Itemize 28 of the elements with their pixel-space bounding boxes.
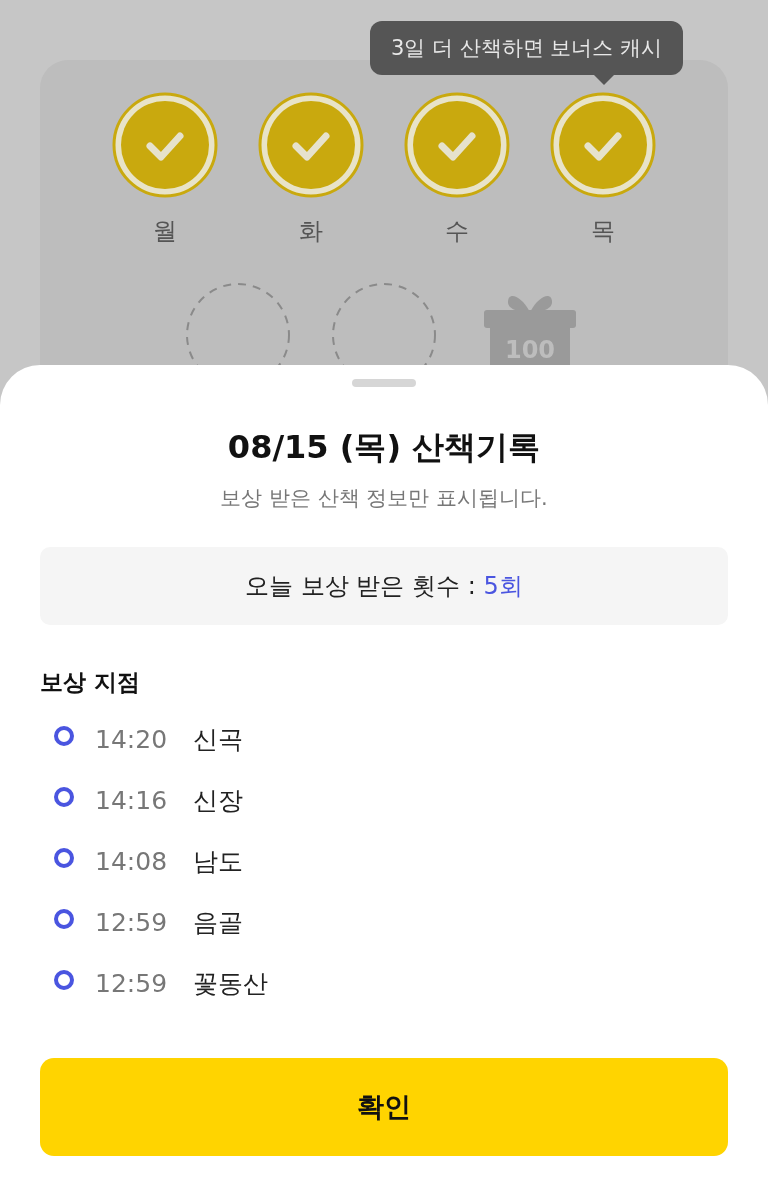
point-time: 14:20 (95, 725, 169, 754)
count-label: 오늘 보상 받은 횟수 : (245, 571, 477, 602)
confirm-button[interactable]: 확인 (40, 1058, 728, 1156)
point-place: 꽃동산 (193, 968, 268, 1000)
sheet-title: 08/15 (목) 산책기록 (226, 427, 542, 467)
point-dot-icon (54, 908, 74, 929)
point-dot-icon (54, 786, 74, 807)
section-title: 보상 지점 (40, 668, 141, 697)
day-label: 월 (153, 216, 177, 246)
tooltip: 3일 더 산책하면 보너스 캐시 (370, 21, 683, 75)
point-place: 음골 (193, 907, 243, 939)
point-dot-icon (54, 847, 74, 868)
point-dot-icon (54, 725, 74, 746)
day-label: 목 (591, 216, 615, 246)
point-place: 신곡 (193, 724, 243, 756)
day-label: 화 (299, 216, 323, 246)
point-time: 12:59 (95, 908, 169, 937)
point-place: 남도 (193, 846, 243, 878)
sheet-subtitle: 보상 받은 산책 정보만 표시됩니다. (219, 485, 549, 512)
point-time: 12:59 (95, 969, 169, 998)
point-place: 신장 (193, 785, 243, 817)
drag-handle[interactable] (352, 379, 416, 387)
count-value: 5회 (483, 571, 523, 602)
tooltip-arrow (594, 75, 614, 85)
day-label: 수 (445, 216, 469, 246)
point-time: 14:16 (95, 786, 169, 815)
point-time: 14:08 (95, 847, 169, 876)
point-dot-icon (54, 969, 74, 990)
